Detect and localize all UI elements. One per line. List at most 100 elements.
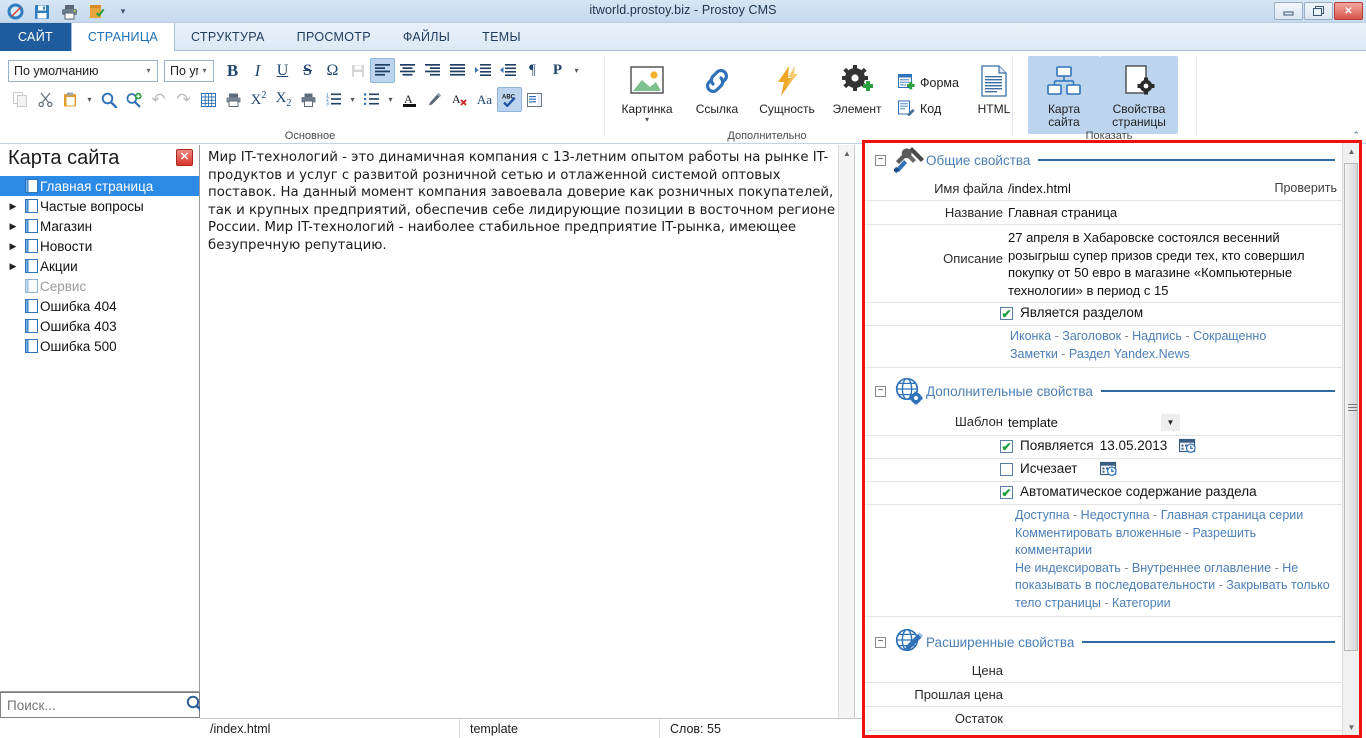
font-family-combo[interactable]: По умолчанию ▾ — [8, 59, 158, 82]
link-categories-option[interactable]: Категории — [1112, 596, 1171, 610]
chevron-down-icon[interactable]: ▾ — [645, 116, 649, 124]
insert-entity-button[interactable]: Сущность — [752, 56, 822, 128]
appears-checkbox[interactable]: ✔ — [1000, 440, 1013, 453]
tab-page[interactable]: СТРАНИЦА — [70, 23, 176, 51]
chevron-right-icon[interactable]: ▶ — [4, 261, 22, 272]
appears-value[interactable]: 13.05.2013 — [1100, 436, 1168, 453]
scroll-down-icon[interactable]: ▼ — [1343, 719, 1359, 735]
font-color-icon[interactable]: A — [397, 87, 422, 112]
sitemap-search[interactable] — [0, 692, 204, 718]
find-replace-icon[interactable] — [121, 87, 146, 112]
calendar-icon[interactable] — [1099, 460, 1117, 479]
tree-item-faq[interactable]: ▶ Частые вопросы — [0, 196, 199, 216]
tree-item-service[interactable]: Сервис — [0, 276, 199, 296]
tab-themes[interactable]: ТЕМЫ — [466, 23, 537, 51]
italic-icon[interactable]: I — [245, 58, 270, 83]
bullet-list-icon[interactable] — [359, 87, 384, 112]
html-button[interactable]: HTML — [963, 56, 1025, 128]
underline-icon[interactable]: U — [270, 58, 295, 83]
link-no-index-option[interactable]: Не индексировать — [1015, 561, 1121, 575]
tab-files[interactable]: ФАЙЛЫ — [387, 23, 466, 51]
link-yandex-news-option[interactable]: Раздел Yandex.News — [1069, 347, 1190, 361]
save-block-icon[interactable] — [345, 58, 370, 83]
increase-indent-icon[interactable] — [470, 58, 495, 83]
stock-field[interactable] — [1008, 707, 1345, 727]
numbered-list-icon[interactable]: 123 — [321, 87, 346, 112]
link-caption-option[interactable]: Надпись — [1132, 329, 1182, 343]
show-page-properties-button[interactable]: Свойства страницы — [1100, 56, 1178, 134]
tab-preview[interactable]: ПРОСМОТР — [281, 23, 387, 51]
strikethrough-icon[interactable]: S — [295, 58, 320, 83]
paragraph-style-icon[interactable]: P — [545, 58, 570, 83]
link-short-option[interactable]: Сокращенно — [1193, 329, 1266, 343]
link-series-home-option[interactable]: Главная страница серии — [1161, 508, 1304, 522]
template-select[interactable]: template ▼ — [1008, 413, 1180, 432]
redo-icon[interactable]: ↷ — [171, 87, 196, 112]
tree-item-news[interactable]: ▶ Новости — [0, 236, 199, 256]
scroll-up-icon[interactable]: ▲ — [839, 145, 855, 161]
search-input[interactable] — [5, 696, 186, 714]
clear-formatting-icon[interactable]: A — [447, 87, 472, 112]
table-icon[interactable] — [196, 87, 221, 112]
price-field[interactable] — [1008, 659, 1345, 679]
paste-options-icon[interactable]: ▾ — [83, 87, 96, 112]
editor-scrollbar[interactable]: ▲ — [838, 145, 854, 718]
name-field[interactable]: Главная страница — [1008, 201, 1345, 223]
tree-item-error-404[interactable]: Ошибка 404 — [0, 296, 199, 316]
subscript-icon[interactable]: X2 — [271, 87, 296, 112]
tree-item-promos[interactable]: ▶ Акции — [0, 256, 199, 276]
decrease-indent-icon[interactable] — [495, 58, 520, 83]
editor-body-text[interactable]: Мир IT-технологий - это динамичная компа… — [200, 145, 854, 255]
align-justify-icon[interactable] — [445, 58, 470, 83]
text-block-icon[interactable] — [522, 87, 547, 112]
numbered-list-options-icon[interactable]: ▾ — [346, 87, 359, 112]
chevron-right-icon[interactable]: ▶ — [4, 221, 22, 232]
properties-scrollbar[interactable]: ▲ ▼ — [1342, 143, 1359, 735]
description-field[interactable]: 27 апреля в Хабаровске состоялся весенни… — [1008, 225, 1345, 302]
insert-image-button[interactable]: Картинка ▾ — [612, 56, 682, 128]
link-internal-toc-option[interactable]: Внутреннее оглавление — [1132, 561, 1271, 575]
font-size-combo[interactable]: По ум ▾ — [164, 59, 214, 82]
chevron-down-icon[interactable]: ▼ — [1161, 414, 1180, 431]
paragraph-mark-icon[interactable]: ¶ — [520, 58, 545, 83]
calendar-icon[interactable] — [1179, 437, 1196, 456]
filename-field[interactable]: Проверить /index.html — [1008, 177, 1345, 199]
find-icon[interactable] — [96, 87, 121, 112]
tree-item-shop[interactable]: ▶ Магазин — [0, 216, 199, 236]
more-styles-icon[interactable]: ▾ — [570, 58, 583, 83]
undo-icon[interactable]: ↶ — [146, 87, 171, 112]
bullet-list-options-icon[interactable]: ▾ — [384, 87, 397, 112]
link-comment-nested-option[interactable]: Комментировать вложенные — [1015, 526, 1181, 540]
link-notes-option[interactable]: Заметки — [1010, 347, 1058, 361]
auto-content-checkbox[interactable]: ✔ — [1000, 486, 1013, 499]
copy-icon[interactable] — [8, 87, 33, 112]
bold-icon[interactable]: B — [220, 58, 245, 83]
maximize-button[interactable] — [1304, 2, 1333, 20]
align-center-icon[interactable] — [395, 58, 420, 83]
collapse-extended-properties-icon[interactable]: − — [875, 636, 886, 648]
check-filename-link[interactable]: Проверить — [1274, 181, 1337, 195]
tab-site[interactable]: САЙТ — [0, 23, 71, 51]
tree-item-error-500[interactable]: Ошибка 500 — [0, 336, 199, 356]
show-sitemap-button[interactable]: Карта сайта — [1028, 56, 1100, 134]
collapse-general-properties-icon[interactable]: − — [875, 154, 886, 166]
page-break-icon[interactable] — [221, 87, 246, 112]
paste-icon[interactable] — [58, 87, 83, 112]
link-icon-option[interactable]: Иконка — [1010, 329, 1051, 343]
link-available-option[interactable]: Доступна — [1015, 508, 1070, 522]
tree-item-home[interactable]: Главная страница — [0, 176, 199, 196]
collapse-additional-properties-icon[interactable]: − — [875, 385, 886, 397]
scroll-up-icon[interactable]: ▲ — [1343, 143, 1359, 159]
scrollbar-thumb[interactable] — [1344, 163, 1358, 651]
change-case-icon[interactable]: Aa — [472, 87, 497, 112]
align-right-icon[interactable] — [420, 58, 445, 83]
old-price-field[interactable] — [1008, 683, 1345, 703]
close-sitemap-button[interactable]: ✕ — [176, 149, 193, 166]
special-character-icon[interactable]: Ω — [320, 58, 345, 83]
cut-icon[interactable] — [33, 87, 58, 112]
tree-item-error-403[interactable]: Ошибка 403 — [0, 316, 199, 336]
quantity-field[interactable] — [1008, 731, 1345, 735]
spellcheck-icon[interactable]: ABC — [497, 87, 522, 112]
close-button[interactable]: ✕ — [1334, 2, 1363, 20]
highlight-icon[interactable] — [422, 87, 447, 112]
